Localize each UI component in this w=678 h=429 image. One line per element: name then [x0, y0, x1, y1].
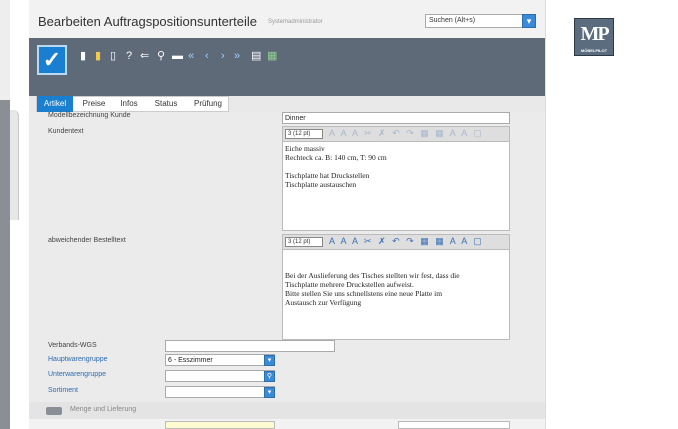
tab-preise[interactable]: Preise [77, 96, 111, 112]
left-panel-shade [0, 100, 10, 429]
bestelltext-format-icons[interactable]: A A A ✂ ✗ ↶ ↷ ▦ ▦ A A ▢ [329, 236, 484, 247]
tab-artikel[interactable]: Artikel [37, 96, 73, 112]
modell-label: Modellbezeichnung Kunde [48, 112, 131, 119]
search-input[interactable]: Suchen (Alt+s) [425, 14, 535, 28]
unterwarengruppe-link[interactable]: Unterwarengruppe [48, 371, 106, 378]
kundentext-line: Rechteck ca. B: 140 cm, T: 90 cm [285, 153, 387, 162]
kundentext-line: Tischplatte austauschen [285, 180, 357, 189]
moebelpilot-logo: MP MÖBELPILOT [574, 18, 614, 56]
sortiment-select[interactable] [165, 386, 275, 398]
page-title: Bearbeiten Auftragspositionsunterteile [38, 14, 257, 29]
sortiment-dropdown-icon[interactable]: ▾ [264, 387, 275, 398]
back-icon[interactable]: ⇐ [140, 50, 149, 62]
section-toggle-icon[interactable] [46, 407, 62, 415]
previous-icon[interactable]: ‹ [205, 50, 209, 62]
bestelltext-font-size-select[interactable]: 3 (12 pt) [285, 237, 323, 247]
hauptwarengruppe-dropdown-icon[interactable]: ▾ [264, 355, 275, 366]
bestelltext-editor-toolbar: 3 (12 pt) A A A ✂ ✗ ↶ ↷ ▦ ▦ A A ▢ [283, 235, 509, 250]
new-document-icon[interactable]: ▮ [80, 50, 86, 62]
verbands-field[interactable] [165, 340, 335, 352]
hauptwarengruppe-select[interactable]: 6 - Esszimmer [165, 354, 275, 366]
kundentext-line: Eiche massiv [285, 144, 325, 153]
right-pane [545, 0, 678, 429]
bestelltext-line: Bitte stellen Sie uns schnellstens eine … [285, 289, 443, 298]
search-dropdown-button[interactable]: ▾ [522, 14, 536, 28]
print-icon[interactable]: ▬ [172, 50, 183, 62]
bestelltext-line: Austausch zur Verfügung [285, 298, 362, 307]
user-name: Systemadministrator [268, 19, 323, 25]
toolbar [29, 38, 545, 96]
modell-field[interactable]: Dinner [282, 112, 510, 124]
side-panel-handle[interactable] [10, 110, 19, 220]
kundentext-label: Kundentext [48, 128, 84, 135]
edit-document-icon[interactable]: ▤ [251, 50, 261, 62]
kundentext-font-size-select[interactable]: 3 (12 pt) [285, 129, 323, 139]
bestelltext-label: abweichender Bestelltext [48, 237, 126, 244]
table-icon[interactable]: ▦ [267, 50, 277, 62]
kundentext-editor-toolbar: 3 (12 pt) A A A ✂ ✗ ↶ ↷ ▦ ▦ A A ▢ [283, 127, 509, 142]
unterwarengruppe-search-icon[interactable]: ⚲ [264, 371, 275, 382]
first-icon[interactable]: « [188, 50, 194, 62]
bestelltext-editor[interactable]: 3 (12 pt) A A A ✂ ✗ ↶ ↷ ▦ ▦ A A ▢ Bei de… [282, 234, 510, 340]
bestelltext-line: Tischplatte mehrere Druckstellen aufweis… [285, 280, 414, 289]
kundentext-editor[interactable]: 3 (12 pt) A A A ✂ ✗ ↶ ↷ ▦ ▦ A A ▢ Eiche … [282, 126, 510, 231]
last-icon[interactable]: » [234, 50, 240, 62]
menge-field[interactable] [165, 421, 275, 429]
tab-pruefung[interactable]: Prüfung [188, 96, 228, 112]
next-icon[interactable]: › [221, 50, 225, 62]
highlight-icon[interactable]: ▮ [95, 50, 101, 62]
logo-text: MP [580, 23, 609, 45]
logo-tagline: MÖBELPILOT [580, 48, 608, 53]
confirm-icon[interactable]: ✓ [37, 45, 67, 75]
kundentext-format-icons[interactable]: A A A ✂ ✗ ↶ ↷ ▦ ▦ A A ▢ [329, 128, 484, 139]
kundentext-line: Tischplatte hat Druckstellen [285, 171, 370, 180]
hauptwarengruppe-link[interactable]: Hauptwarengruppe [48, 356, 108, 363]
tab-infos[interactable]: Infos [114, 96, 144, 112]
help-icon[interactable]: ? [126, 50, 132, 62]
liefer-field[interactable] [398, 421, 510, 429]
sortiment-link[interactable]: Sortiment [48, 387, 78, 394]
tab-status[interactable]: Status [148, 96, 184, 112]
section-title: Menge und Lieferung [70, 406, 137, 413]
search-icon[interactable]: ⚲ [157, 50, 165, 62]
bestelltext-line: Bei der Auslieferung des Tisches stellte… [285, 271, 460, 280]
verbands-label: Verbands-WGS [48, 342, 97, 349]
unterwarengruppe-select[interactable] [165, 370, 275, 382]
delete-icon[interactable]: ▯ [110, 50, 116, 62]
